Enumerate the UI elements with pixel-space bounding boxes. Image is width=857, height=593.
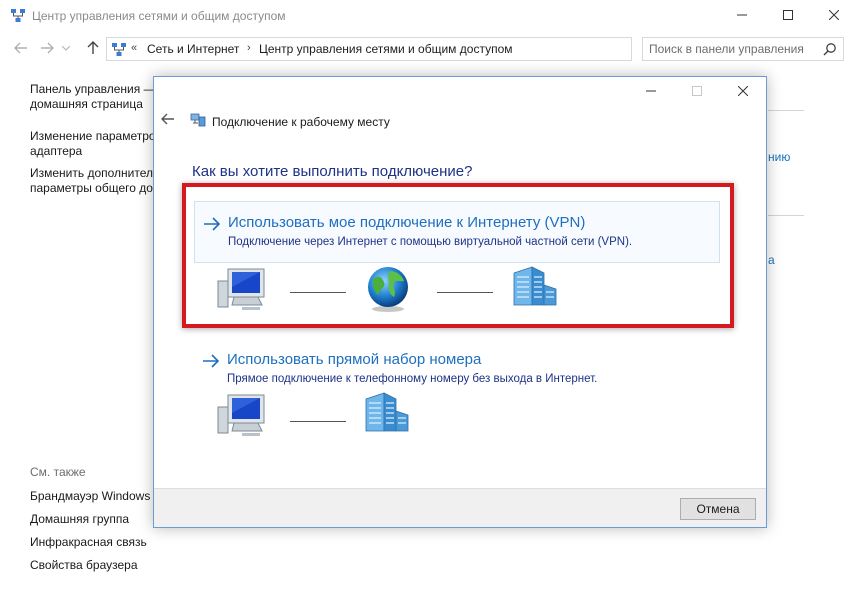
dialup-option-title: Использовать прямой набор номера: [227, 351, 482, 368]
network-center-icon: [10, 8, 26, 24]
dialog-question: Как вы хотите выполнить подключение?: [192, 163, 473, 180]
dialup-option[interactable]: Использовать прямой набор номера Прямое …: [194, 339, 720, 401]
dialog-minimize-button[interactable]: [628, 77, 674, 105]
dialup-option-description: Прямое подключение к телефонному номеру …: [227, 373, 598, 385]
background-link-fragment[interactable]: нию: [768, 150, 790, 164]
breadcrumb-overflow[interactable]: «: [131, 42, 137, 54]
maximize-icon: [783, 10, 793, 20]
computer-icon: [217, 394, 265, 436]
minimize-icon: [646, 90, 656, 92]
background-link-fragment[interactable]: а: [768, 253, 775, 267]
control-panel-home-link[interactable]: Панель управления — домашняя страница: [30, 82, 156, 112]
close-icon: [829, 10, 839, 20]
search-field[interactable]: [642, 37, 844, 61]
link-line: домашняя страница: [30, 97, 143, 111]
see-also-infrared-link[interactable]: Инфракрасная связь: [30, 535, 147, 549]
close-icon: [738, 86, 748, 96]
dialog-titlebar: [154, 77, 766, 107]
breadcrumb-separator[interactable]: ›: [247, 42, 251, 54]
forward-arrow-icon: [41, 42, 54, 54]
back-arrow-icon: [161, 113, 174, 125]
window-titlebar: Центр управления сетями и общим доступом: [0, 0, 857, 32]
address-toolbar: « Сеть и Интернет › Центр управления сет…: [0, 34, 857, 62]
search-input[interactable]: [649, 41, 819, 57]
dialog-back-button[interactable]: [161, 113, 177, 129]
connection-line: [290, 421, 346, 422]
up-arrow-icon: [87, 41, 99, 54]
see-also-firewall-link[interactable]: Брандмауэр Windows: [30, 489, 150, 503]
change-adapter-settings-link[interactable]: Изменение параметров адаптера: [30, 129, 162, 159]
window-title: Центр управления сетями и общим доступом: [32, 9, 286, 23]
recent-locations-button[interactable]: [60, 39, 72, 57]
up-button[interactable]: [84, 39, 102, 57]
link-line: Изменение параметров: [30, 129, 162, 143]
breadcrumb-network-center[interactable]: Центр управления сетями и общим доступом: [259, 42, 513, 56]
maximize-icon: [692, 86, 702, 96]
see-also-browser-properties-link[interactable]: Свойства браузера: [30, 558, 138, 572]
search-icon[interactable]: [823, 42, 837, 56]
forward-button[interactable]: [38, 39, 56, 57]
divider: [768, 110, 804, 111]
close-button[interactable]: [811, 0, 857, 30]
link-line: Панель управления —: [30, 82, 156, 96]
workplace-building-icon: [365, 392, 409, 432]
maximize-button[interactable]: [765, 0, 811, 30]
see-also-heading: См. также: [30, 465, 86, 479]
dialog-footer: Отмена: [154, 488, 766, 527]
chevron-down-icon: [62, 45, 70, 51]
dialog-close-button[interactable]: [720, 77, 766, 105]
breadcrumb-network-internet[interactable]: Сеть и Интернет: [147, 42, 239, 56]
divider: [768, 215, 804, 216]
back-arrow-icon: [14, 42, 27, 54]
highlight-frame: [182, 183, 734, 328]
minimize-button[interactable]: [719, 0, 765, 30]
cancel-button[interactable]: Отмена: [680, 498, 756, 520]
address-field[interactable]: « Сеть и Интернет › Центр управления сет…: [106, 37, 733, 61]
option-arrow-icon: [203, 354, 220, 368]
connection-wizard-icon: [190, 112, 206, 128]
see-also-homegroup-link[interactable]: Домашняя группа: [30, 512, 129, 526]
minimize-icon: [737, 14, 747, 16]
dialog-maximize-button[interactable]: [674, 77, 720, 105]
network-center-icon: [111, 42, 127, 58]
dialog-title: Подключение к рабочему месту: [212, 115, 390, 129]
back-button[interactable]: [12, 39, 30, 57]
link-line: адаптера: [30, 144, 83, 158]
